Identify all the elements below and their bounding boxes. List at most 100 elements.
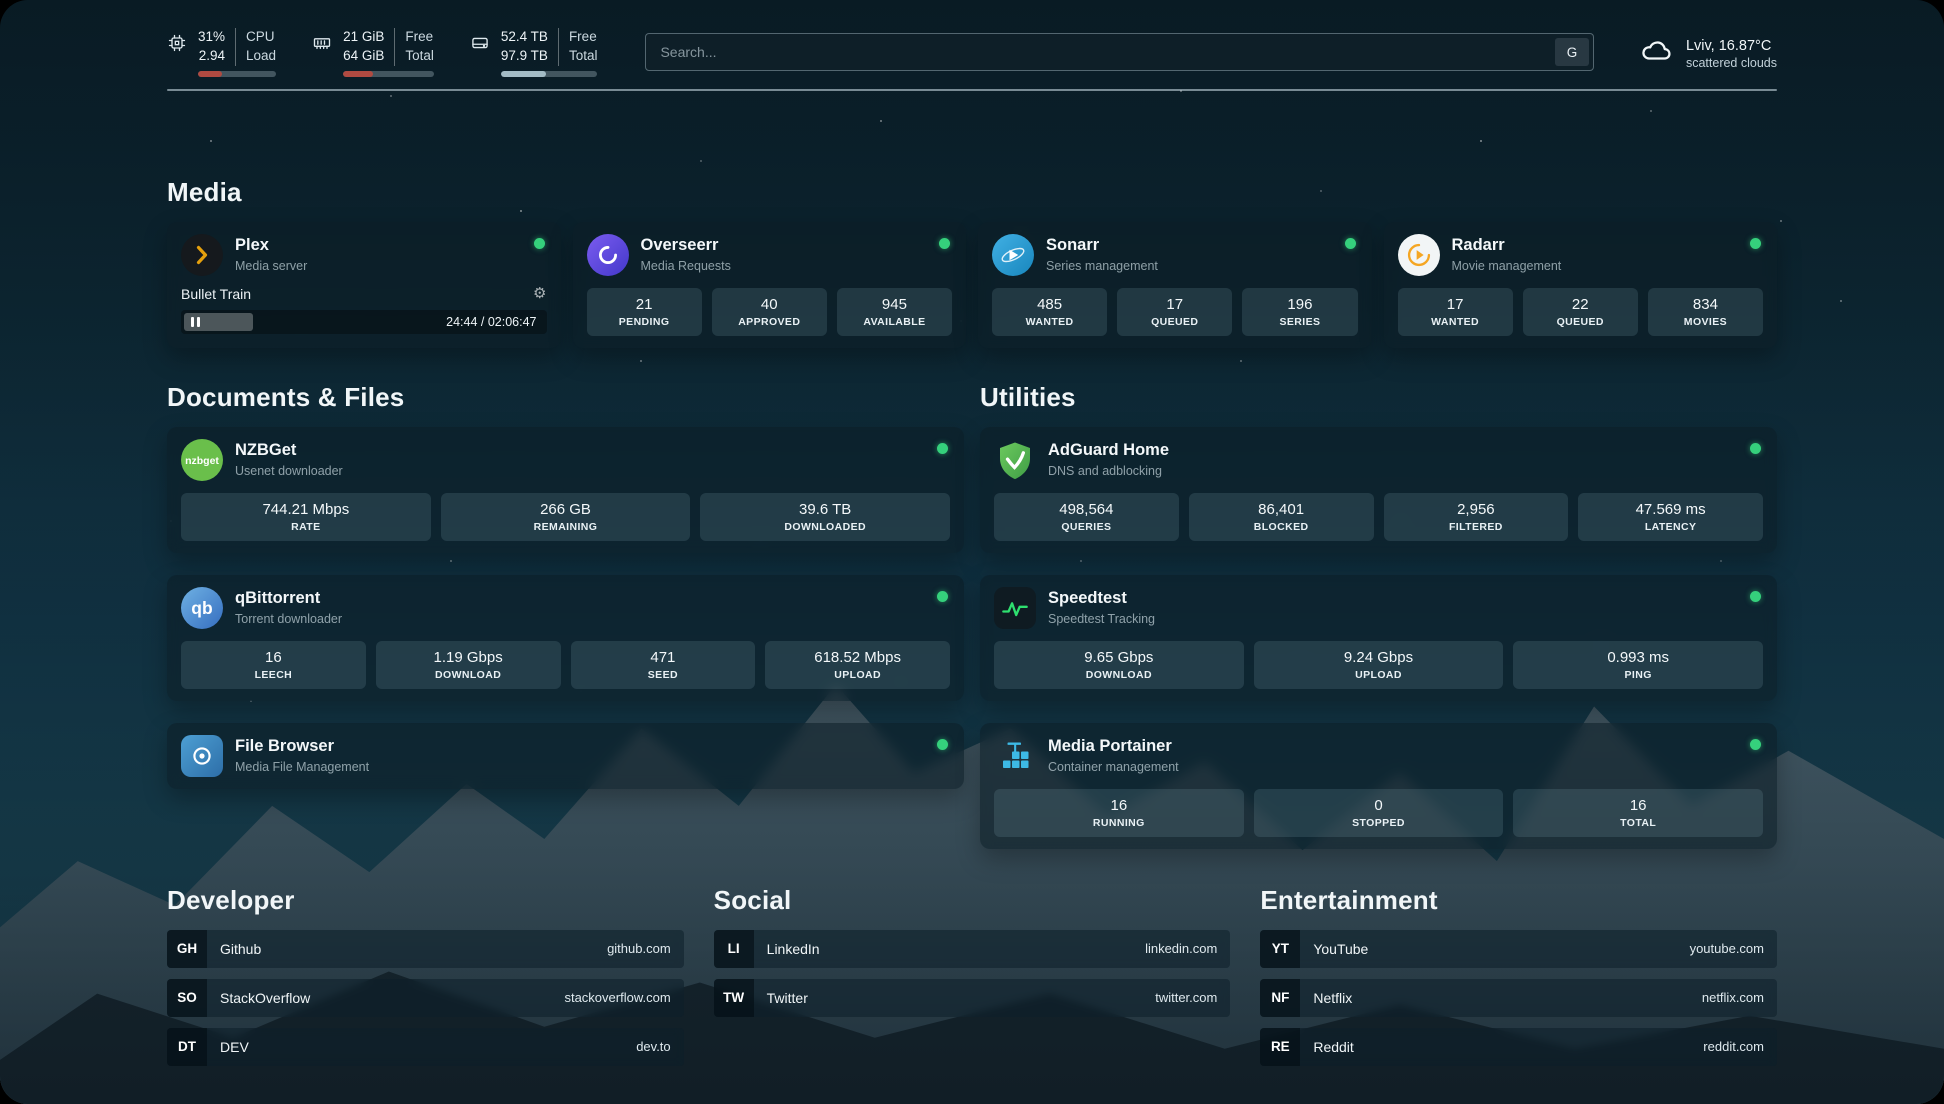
app-card-portainer[interactable]: Media Portainer Container management 16 … bbox=[980, 723, 1777, 849]
cpu-label: CPU bbox=[246, 28, 276, 47]
app-desc: Series management bbox=[1046, 259, 1158, 273]
app-desc: Usenet downloader bbox=[235, 464, 343, 478]
app-name: Overseerr bbox=[641, 236, 731, 256]
twitter-icon: TW bbox=[714, 979, 754, 1017]
storage-usage-bar bbox=[501, 71, 598, 77]
memory-free: 21 GiB bbox=[343, 28, 384, 47]
app-card-speedtest[interactable]: Speedtest Speedtest Tracking 9.65 Gbps D… bbox=[980, 575, 1777, 701]
memory-total: 64 GiB bbox=[343, 47, 384, 66]
stat-seed: 471 SEED bbox=[571, 641, 756, 689]
app-name: Radarr bbox=[1452, 236, 1562, 256]
memory-usage-bar bbox=[343, 71, 434, 77]
stat-queued: 17 QUEUED bbox=[1117, 288, 1232, 336]
section-title-developer: Developer bbox=[167, 885, 684, 916]
filebrowser-icon bbox=[181, 735, 223, 777]
status-dot bbox=[937, 443, 948, 454]
app-card-radarr[interactable]: Radarr Movie management 17 WANTED 22 QUE… bbox=[1384, 222, 1778, 348]
stat-download: 9.65 Gbps DOWNLOAD bbox=[994, 641, 1244, 689]
bookmark-twitter[interactable]: TW Twitter twitter.com bbox=[714, 979, 1231, 1017]
stat-wanted: 17 WANTED bbox=[1398, 288, 1513, 336]
cpu-widget: 31% 2.94 CPU Load bbox=[167, 28, 276, 77]
bookmark-stackoverflow[interactable]: SO StackOverflow stackoverflow.com bbox=[167, 979, 684, 1017]
app-name: File Browser bbox=[235, 737, 369, 757]
app-desc: Movie management bbox=[1452, 259, 1562, 273]
app-card-sonarr[interactable]: Sonarr Series management 485 WANTED 17 Q… bbox=[978, 222, 1372, 348]
bookmark-dev[interactable]: DT DEV dev.to bbox=[167, 1028, 684, 1066]
app-desc: Media server bbox=[235, 259, 307, 273]
app-card-adguard[interactable]: AdGuard Home DNS and adblocking 498,564 … bbox=[980, 427, 1777, 553]
stat-blocked: 86,401 BLOCKED bbox=[1189, 493, 1374, 541]
stat-approved: 40 APPROVED bbox=[712, 288, 827, 336]
stat-queries: 498,564 QUERIES bbox=[994, 493, 1179, 541]
app-card-nzbget[interactable]: nzbget NZBGet Usenet downloader 744.21 M… bbox=[167, 427, 964, 553]
stat-leech: 16 LEECH bbox=[181, 641, 366, 689]
section-social: Social LI LinkedIn linkedin.com TW Twitt… bbox=[714, 885, 1231, 1066]
section-media: Media Plex Media server bbox=[167, 177, 1777, 348]
storage-free-label: Free bbox=[569, 28, 598, 47]
bookmark-linkedin[interactable]: LI LinkedIn linkedin.com bbox=[714, 930, 1231, 968]
app-name: Plex bbox=[235, 236, 307, 256]
gear-icon[interactable]: ⚙ bbox=[533, 286, 546, 301]
weather-widget: Lviv, 16.87°C scattered clouds bbox=[1638, 36, 1777, 71]
bookmark-youtube[interactable]: YT YouTube youtube.com bbox=[1260, 930, 1777, 968]
app-card-qbittorrent[interactable]: qb qBittorrent Torrent downloader 16 LEE… bbox=[167, 575, 964, 701]
app-card-plex[interactable]: Plex Media server Bullet Train ⚙ 24:44 /… bbox=[167, 222, 561, 348]
portainer-icon bbox=[994, 735, 1036, 777]
bookmark-netflix[interactable]: NF Netflix netflix.com bbox=[1260, 979, 1777, 1017]
stat-latency: 47.569 ms LATENCY bbox=[1578, 493, 1763, 541]
section-title-media: Media bbox=[167, 177, 1777, 208]
stat-downloaded: 39.6 TB DOWNLOADED bbox=[700, 493, 950, 541]
search-input[interactable] bbox=[645, 33, 1594, 71]
status-dot bbox=[937, 739, 948, 750]
cpu-load-label: Load bbox=[246, 47, 276, 66]
top-bar: 31% 2.94 CPU Load bbox=[167, 28, 1777, 77]
status-dot bbox=[1345, 238, 1356, 249]
stat-download: 1.19 Gbps DOWNLOAD bbox=[376, 641, 561, 689]
cpu-load: 2.94 bbox=[199, 47, 225, 66]
search-engine-button[interactable]: G bbox=[1555, 38, 1589, 66]
bookmark-github[interactable]: GH Github github.com bbox=[167, 930, 684, 968]
playback-progress-bar[interactable]: 24:44 / 02:06:47 bbox=[181, 310, 547, 334]
storage-free: 52.4 TB bbox=[501, 28, 548, 47]
stat-upload: 618.52 Mbps UPLOAD bbox=[765, 641, 950, 689]
stat-series: 196 SERIES bbox=[1242, 288, 1357, 336]
bookmark-reddit[interactable]: RE Reddit reddit.com bbox=[1260, 1028, 1777, 1066]
search-bar: G bbox=[645, 33, 1594, 71]
status-dot bbox=[1750, 238, 1761, 249]
section-title-documents: Documents & Files bbox=[167, 382, 964, 413]
app-name: NZBGet bbox=[235, 441, 343, 461]
youtube-icon: YT bbox=[1260, 930, 1300, 968]
status-dot bbox=[937, 591, 948, 602]
cloud-icon bbox=[1638, 36, 1674, 71]
plex-icon bbox=[181, 234, 223, 276]
ram-icon bbox=[312, 33, 332, 53]
stat-filtered: 2,956 FILTERED bbox=[1384, 493, 1569, 541]
svg-text:qb: qb bbox=[191, 598, 212, 618]
stat-movies: 834 MOVIES bbox=[1648, 288, 1763, 336]
status-dot bbox=[939, 238, 950, 249]
header-divider bbox=[167, 89, 1777, 91]
cpu-usage-bar bbox=[198, 71, 276, 77]
stat-queued: 22 QUEUED bbox=[1523, 288, 1638, 336]
status-dot bbox=[1750, 739, 1761, 750]
app-desc: DNS and adblocking bbox=[1048, 464, 1169, 478]
section-title-social: Social bbox=[714, 885, 1231, 916]
github-icon: GH bbox=[167, 930, 207, 968]
stat-rate: 744.21 Mbps RATE bbox=[181, 493, 431, 541]
section-title-entertainment: Entertainment bbox=[1260, 885, 1777, 916]
storage-total-label: Total bbox=[569, 47, 598, 66]
radarr-icon bbox=[1398, 234, 1440, 276]
app-card-overseerr[interactable]: Overseerr Media Requests 21 PENDING 40 A… bbox=[573, 222, 967, 348]
app-name: Sonarr bbox=[1046, 236, 1158, 256]
stackoverflow-icon: SO bbox=[167, 979, 207, 1017]
app-card-filebrowser[interactable]: File Browser Media File Management bbox=[167, 723, 964, 789]
pause-icon[interactable] bbox=[191, 317, 200, 327]
memory-widget: 21 GiB 64 GiB Free Total bbox=[312, 28, 434, 77]
qbittorrent-icon: qb bbox=[181, 587, 223, 629]
svg-text:nzbget: nzbget bbox=[185, 455, 219, 467]
section-documents: Documents & Files nzbget NZBGet Usenet d… bbox=[167, 382, 964, 849]
app-desc: Container management bbox=[1048, 760, 1179, 774]
nzbget-icon: nzbget bbox=[181, 439, 223, 481]
cpu-percent: 31% bbox=[198, 28, 225, 47]
stat-wanted: 485 WANTED bbox=[992, 288, 1107, 336]
